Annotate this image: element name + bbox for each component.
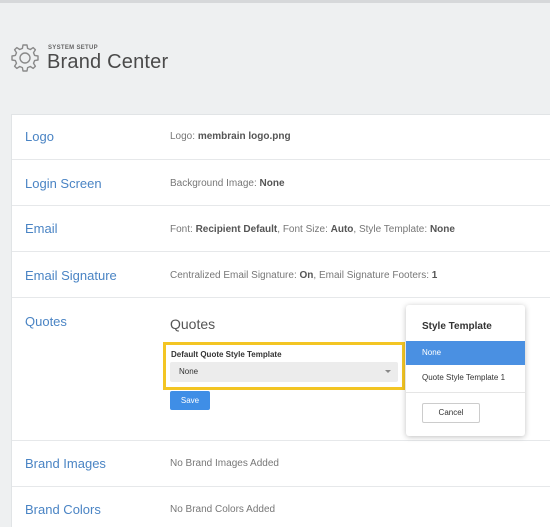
- default-quote-style-field: Default Quote Style Template None: [163, 342, 405, 390]
- signature-footers-label: , Email Signature Footers:: [313, 270, 432, 281]
- row-label-email-signature[interactable]: Email Signature: [25, 268, 117, 283]
- row-label-brand-colors[interactable]: Brand Colors: [25, 502, 101, 517]
- quotes-section-title: Quotes: [170, 316, 216, 332]
- row-brand-colors: Brand Colors No Brand Colors Added: [12, 487, 550, 527]
- row-label-brand-images[interactable]: Brand Images: [25, 456, 106, 471]
- email-font-label: Font:: [170, 224, 196, 235]
- popup-title: Style Template: [422, 321, 492, 332]
- email-size-value: Auto: [330, 224, 354, 235]
- row-brand-images: Brand Images No Brand Images Added: [12, 441, 550, 487]
- row-value-brand-colors: No Brand Colors Added: [170, 504, 276, 515]
- cancel-button[interactable]: Cancel: [422, 403, 480, 423]
- row-email: Email Font: Recipient Default, Font Size…: [12, 206, 550, 252]
- chevron-down-icon: [385, 370, 391, 373]
- email-font-value: Recipient Default: [195, 224, 278, 235]
- default-quote-style-select[interactable]: None: [170, 362, 398, 382]
- row-email-signature: Email Signature Centralized Email Signat…: [12, 252, 550, 298]
- top-border: [0, 0, 550, 3]
- row-label-email[interactable]: Email: [25, 221, 58, 236]
- signature-central-value: On: [299, 270, 314, 281]
- row-value-brand-images: No Brand Images Added: [170, 458, 279, 469]
- signature-footers-value: 1: [431, 270, 438, 281]
- default-quote-style-label: Default Quote Style Template: [171, 350, 282, 359]
- row-label-logo[interactable]: Logo: [25, 129, 54, 144]
- email-size-label: , Font Size:: [277, 224, 331, 235]
- row-login-screen: Login Screen Background Image: None: [12, 160, 550, 206]
- save-button[interactable]: Save: [170, 391, 210, 410]
- default-quote-style-value: None: [179, 367, 199, 376]
- row-label-login-screen[interactable]: Login Screen: [25, 176, 102, 191]
- login-background-value: None: [259, 178, 285, 189]
- email-template-label: , Style Template:: [353, 224, 430, 235]
- page-header: SYSTEM SETUP Brand Center: [10, 42, 310, 82]
- page-title: Brand Center: [47, 51, 169, 73]
- gear-icon: [11, 44, 39, 72]
- logo-filename: membrain logo.png: [197, 131, 291, 142]
- style-template-popup: Style Template None Quote Style Template…: [406, 305, 525, 436]
- signature-central-label: Centralized Email Signature:: [170, 270, 300, 281]
- login-prefix: Background Image:: [170, 178, 260, 189]
- row-value-login-screen: Background Image: None: [170, 178, 285, 189]
- row-logo: Logo Logo: membrain logo.png: [12, 115, 550, 160]
- email-template-value: None: [429, 224, 455, 235]
- popup-divider: [406, 392, 525, 393]
- row-value-email: Font: Recipient Default, Font Size: Auto…: [170, 224, 455, 235]
- logo-prefix: Logo:: [170, 131, 198, 142]
- popup-option-none[interactable]: None: [406, 341, 525, 365]
- popup-option-quote-style-template-1[interactable]: Quote Style Template 1: [406, 366, 525, 390]
- row-value-email-signature: Centralized Email Signature: On, Email S…: [170, 270, 437, 281]
- row-value-logo: Logo: membrain logo.png: [170, 131, 291, 142]
- row-label-quotes[interactable]: Quotes: [25, 314, 67, 329]
